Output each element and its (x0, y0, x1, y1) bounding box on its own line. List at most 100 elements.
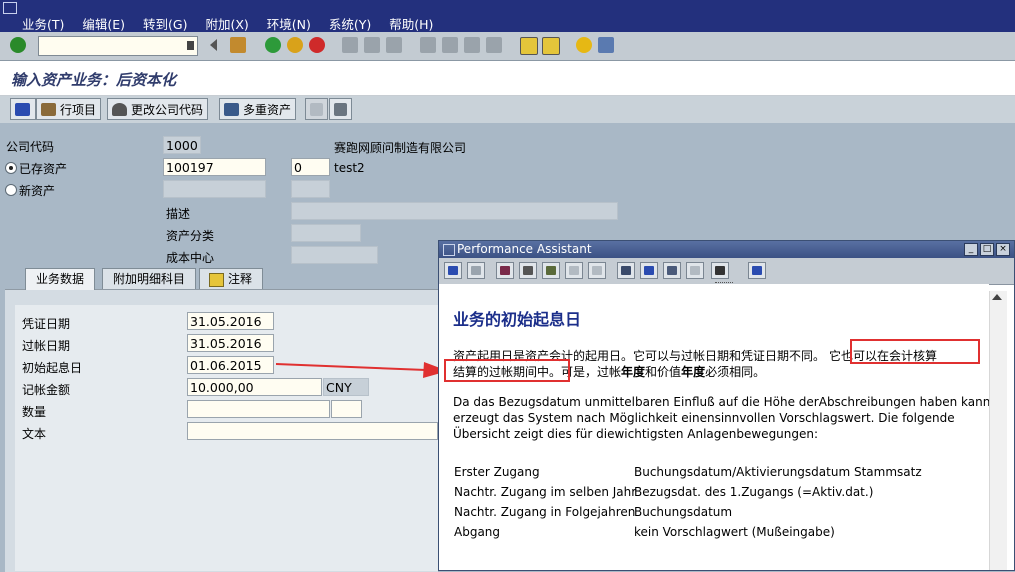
shortcut-icon[interactable] (542, 37, 560, 55)
unit-input[interactable] (331, 400, 362, 418)
back-button[interactable] (444, 262, 462, 279)
create-session-icon[interactable] (520, 37, 538, 55)
multi-asset-label: 多重资产 (243, 102, 292, 117)
back-icon[interactable] (265, 37, 281, 53)
minimize-button[interactable]: _ (964, 243, 978, 256)
command-field[interactable] (38, 36, 198, 56)
navigation-icon (644, 266, 654, 275)
system-menu-icon[interactable] (3, 2, 17, 14)
asset-text: test2 (334, 161, 365, 175)
new-asset-label: 新资产 (19, 184, 56, 198)
first-page-icon[interactable] (420, 37, 436, 53)
help-heading: 业务的初始起息日 (453, 310, 582, 329)
disabled-tool-button-2[interactable] (588, 262, 606, 279)
doc-date-label: 凭证日期 (22, 317, 71, 331)
value-date-label: 初始起息日 (22, 361, 83, 375)
menu-bar: 业务(T) 编辑(E) 转到(G) 附加(X) 环境(N) 系统(Y) 帮助(H… (0, 0, 1015, 32)
help-text-fiscal-year-2: 年度 (681, 365, 706, 379)
posting-date-input[interactable]: 31.05.2016 (187, 334, 274, 352)
help-paragraph-2-line-2: erzeugt das System nach Möglichkeit eine… (453, 411, 955, 425)
exit-icon[interactable] (287, 37, 303, 53)
menu-system[interactable]: 系统(Y) (329, 17, 371, 32)
application-toolbar: 行项目 更改公司代码 多重资产 (0, 96, 1015, 123)
help-icon[interactable] (576, 37, 592, 53)
disabled-tool-icon-2 (592, 266, 602, 275)
layout-menu-icon[interactable] (598, 37, 614, 53)
disabled-tool-button[interactable] (565, 262, 583, 279)
scroll-up-icon[interactable] (992, 294, 1002, 300)
close-assistant-button[interactable] (748, 262, 766, 279)
asset-values-icon (15, 102, 30, 116)
highlight-box-2 (444, 359, 570, 382)
posting-date-label: 过帐日期 (22, 339, 71, 353)
maximize-button[interactable]: □ (980, 243, 994, 256)
asset-subnumber-input[interactable]: 0 (291, 158, 330, 176)
asset-values-button[interactable] (10, 98, 36, 120)
line-items-label: 行项目 (60, 102, 97, 117)
table-cell-transaction: Nachtr. Zugang in Folgejahren (454, 505, 636, 519)
table-row: Nachtr. Zugang im selben Jahr Bezugsdat. … (454, 485, 873, 499)
existing-asset-radio[interactable] (5, 162, 17, 174)
help-text-part-h: 必须相同。 (705, 365, 766, 379)
menu-goto[interactable]: 转到(G) (143, 17, 187, 32)
tab-notes[interactable]: 注释 (199, 268, 264, 289)
edit-button[interactable] (542, 262, 560, 279)
history-icon[interactable] (187, 41, 194, 50)
menu-help[interactable]: 帮助(H) (389, 17, 433, 32)
menu-environment[interactable]: 环境(N) (267, 17, 311, 32)
new-asset-sub-field (291, 180, 330, 198)
print-icon[interactable] (342, 37, 358, 53)
glossary-button[interactable] (496, 262, 514, 279)
collapse-icon[interactable] (210, 39, 217, 51)
text-input[interactable] (187, 422, 438, 440)
disabled-tool-icon-3 (690, 266, 700, 275)
new-asset-radio[interactable] (5, 184, 17, 196)
technical-info-button[interactable] (519, 262, 537, 279)
title-bar: 输入资产业务：后资本化 (0, 61, 1015, 96)
asset-number-input[interactable]: 100197 (163, 158, 266, 176)
table-button[interactable] (617, 262, 635, 279)
menu-edit[interactable]: 编辑(E) (82, 17, 125, 32)
find-next-icon[interactable] (386, 37, 402, 53)
last-page-icon[interactable] (486, 37, 502, 53)
settings-button[interactable] (663, 262, 681, 279)
menu-extras[interactable]: 附加(X) (205, 17, 248, 32)
navigation-button[interactable] (640, 262, 658, 279)
tab-additional-accounts[interactable]: 附加明细科目 (102, 268, 197, 289)
back-arrow-icon (448, 266, 458, 275)
close-button[interactable]: × (996, 243, 1010, 256)
multi-asset-button[interactable]: 多重资产 (219, 98, 297, 120)
disabled-tool-icon (569, 266, 579, 275)
quantity-label: 数量 (22, 405, 47, 419)
find-icon[interactable] (364, 37, 380, 53)
help-paragraph-2-line-1: Da das Bezugsdatum unmittelbaren Einfluß… (453, 395, 989, 409)
disabled-tool-button-3[interactable] (686, 262, 704, 279)
print-button[interactable] (711, 262, 729, 279)
table-cell-transaction: Erster Zugang (454, 465, 540, 479)
multi-asset-icon (224, 102, 239, 116)
assistant-scrollbar[interactable] (989, 291, 1007, 570)
table-row: Abgang kein Vorschlagwert (Mußeingabe) (454, 525, 835, 539)
table-icon (621, 266, 631, 275)
assistant-window-title: Performance Assistant (457, 242, 592, 256)
quantity-input[interactable] (187, 400, 330, 418)
doc-date-input[interactable]: 31.05.2016 (187, 312, 274, 330)
previous-page-icon[interactable] (442, 37, 458, 53)
next-page-icon[interactable] (464, 37, 480, 53)
save-icon[interactable] (230, 37, 246, 53)
amount-input[interactable]: 10.000,00 (187, 378, 322, 396)
value-date-input[interactable]: 01.06.2015 (187, 356, 274, 374)
enter-icon[interactable] (10, 37, 26, 53)
tab-notes-label: 注释 (228, 272, 253, 286)
menu-items: 业务(T) 编辑(E) 转到(G) 附加(X) 环境(N) 系统(Y) 帮助(H… (22, 14, 447, 33)
cancel-icon[interactable] (309, 37, 325, 53)
tab-transaction-data[interactable]: 业务数据 (25, 268, 96, 290)
menu-business[interactable]: 业务(T) (22, 17, 64, 32)
tools-icon (523, 266, 533, 275)
assistant-title-bar[interactable]: Performance Assistant _ □ × (439, 241, 1014, 258)
change-company-button[interactable]: 更改公司代码 (107, 98, 209, 120)
disabled-button[interactable] (305, 98, 328, 120)
simulate-button[interactable] (329, 98, 352, 120)
line-items-button[interactable]: 行项目 (36, 98, 102, 120)
forward-button[interactable] (467, 262, 485, 279)
